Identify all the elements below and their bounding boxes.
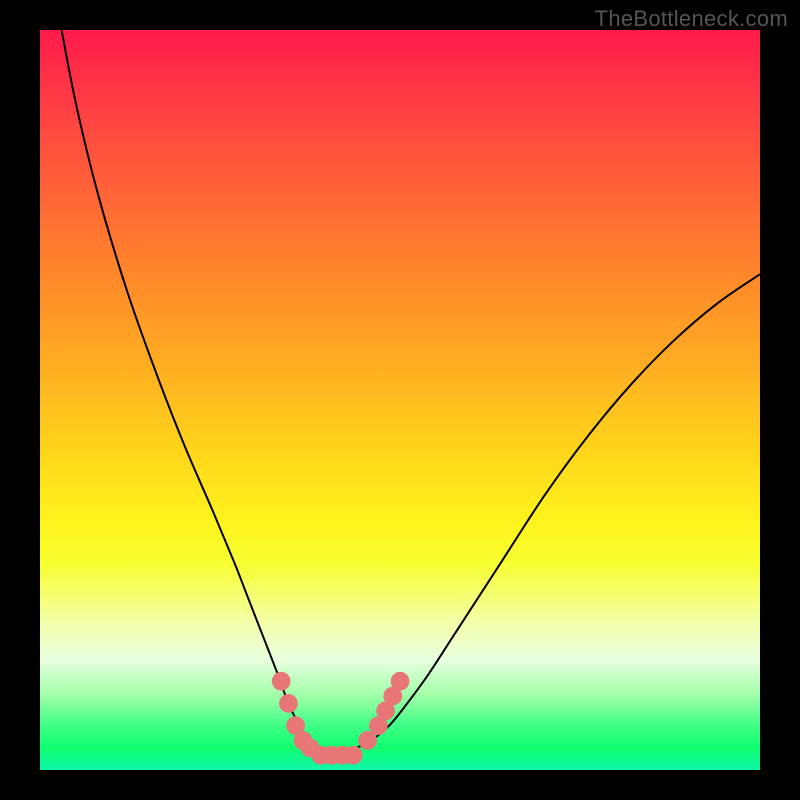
watermark-text: TheBottleneck.com bbox=[595, 6, 788, 32]
data-point-marker bbox=[344, 746, 363, 765]
data-point-marker bbox=[272, 672, 291, 691]
bottleneck-curve bbox=[62, 30, 760, 756]
curve-group bbox=[62, 30, 760, 756]
marker-group bbox=[272, 672, 410, 765]
chart-svg bbox=[40, 30, 760, 770]
data-point-marker bbox=[391, 672, 410, 691]
data-point-marker bbox=[279, 694, 298, 713]
chart-frame: TheBottleneck.com bbox=[0, 0, 800, 800]
plot-area bbox=[40, 30, 760, 770]
